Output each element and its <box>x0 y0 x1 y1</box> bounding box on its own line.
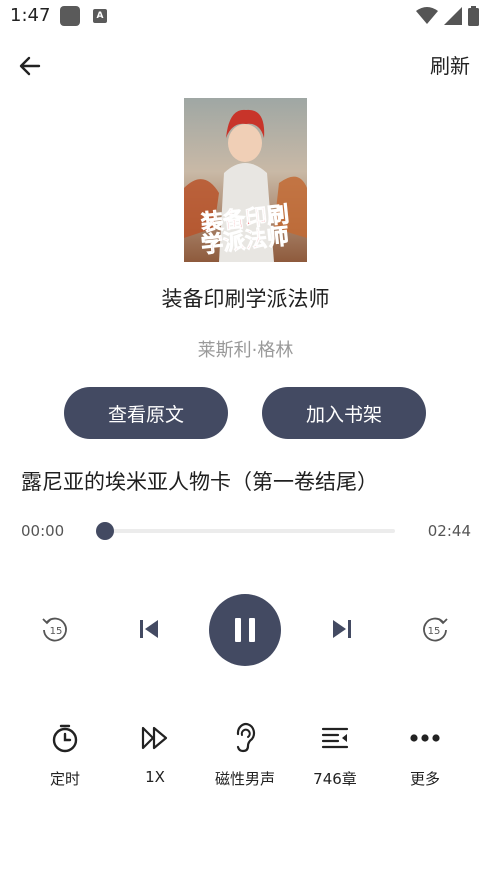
speed-icon <box>135 718 175 758</box>
rewind-15-icon: 15 <box>42 617 67 642</box>
speed-button[interactable]: 1X <box>110 718 200 786</box>
pause-icon <box>235 618 255 642</box>
signal-icon <box>444 7 462 25</box>
next-button[interactable] <box>325 612 359 646</box>
back-button[interactable] <box>12 48 48 84</box>
timer-button[interactable]: 定时 <box>20 718 110 789</box>
skip-previous-icon <box>140 620 158 638</box>
skip-next-icon <box>333 620 351 638</box>
view-original-button[interactable]: 查看原文 <box>64 387 228 439</box>
more-button[interactable]: 更多 <box>380 718 470 789</box>
cover-art: 装备印刷 学派法师 <box>184 98 307 262</box>
notification-icon <box>60 6 80 26</box>
more-dots-icon <box>405 718 445 758</box>
status-icons <box>416 6 479 26</box>
previous-button[interactable] <box>132 612 166 646</box>
timer-label: 定时 <box>49 770 80 788</box>
book-title: 装备印刷学派法师 <box>161 287 330 311</box>
voice-label: 磁性男声 <box>214 770 275 788</box>
timer-icon <box>45 718 85 758</box>
progress-thumb[interactable] <box>96 522 114 540</box>
ear-icon <box>225 718 265 758</box>
book-cover[interactable]: 装备印刷 学派法师 <box>184 98 307 262</box>
forward-seconds: 15 <box>428 626 441 637</box>
chapters-label: 746章 <box>313 770 357 788</box>
status-time: 1:47 <box>10 5 51 26</box>
speed-label: 1X <box>145 768 165 786</box>
wifi-icon <box>416 7 438 24</box>
progress-track[interactable] <box>100 529 395 533</box>
total-time: 02:44 <box>427 522 471 540</box>
more-label: 更多 <box>409 770 440 788</box>
notification-badge-icon: A <box>93 9 107 23</box>
current-time: 00:00 <box>21 522 65 540</box>
battery-icon <box>468 6 479 26</box>
chapter-title: 露尼亚的埃米亚人物卡（第一卷结尾） <box>21 470 378 494</box>
forward-15-icon: 15 <box>423 617 448 642</box>
chapters-button[interactable]: 746章 <box>290 718 380 789</box>
chapter-list-icon <box>315 718 355 758</box>
refresh-button[interactable]: 刷新 <box>430 50 470 79</box>
pause-button[interactable] <box>209 594 281 666</box>
rewind-15-button[interactable]: 15 <box>36 610 74 648</box>
voice-button[interactable]: 磁性男声 <box>200 718 290 789</box>
arrow-left-icon <box>19 56 41 76</box>
rewind-seconds: 15 <box>50 626 63 637</box>
book-author: 莱斯利·格林 <box>197 340 294 361</box>
add-to-shelf-button[interactable]: 加入书架 <box>262 387 426 439</box>
forward-15-button[interactable]: 15 <box>416 610 454 648</box>
